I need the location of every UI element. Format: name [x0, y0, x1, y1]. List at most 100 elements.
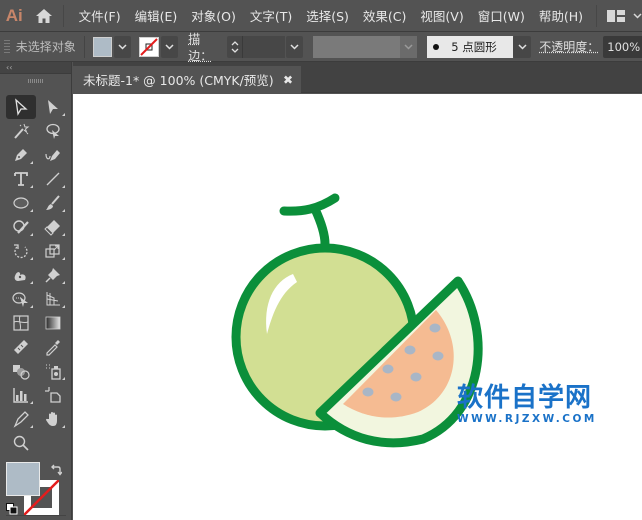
fill-color-swatch[interactable] [6, 462, 40, 496]
close-tab-icon[interactable]: ✖ [283, 73, 293, 87]
type-t-icon [14, 172, 28, 186]
stroke-weight-label[interactable]: 描边： [188, 30, 223, 64]
gradient-tool[interactable] [38, 311, 68, 335]
stroke-weight-dropdown[interactable] [285, 35, 304, 58]
mesh-tool[interactable] [6, 311, 36, 335]
perspective-grid-tool[interactable] [38, 287, 68, 311]
chevron-down-icon [118, 43, 127, 50]
eraser-tool[interactable] [38, 215, 68, 239]
no-stroke-icon [140, 37, 159, 56]
shape-builder-tool[interactable] [6, 287, 36, 311]
workspace-layout-icon [607, 9, 625, 22]
fill-swatch[interactable] [92, 36, 113, 57]
stroke-weight-field[interactable] [242, 35, 285, 58]
app-logo: Ai [5, 5, 23, 25]
menu-type[interactable]: 文字(T) [243, 6, 299, 25]
melon-stem [279, 193, 340, 249]
paintbrush-tool[interactable] [38, 191, 68, 215]
workspace-switcher[interactable] [596, 4, 642, 27]
brush-dropdown[interactable] [513, 35, 532, 58]
default-fill-stroke-icon[interactable] [6, 503, 18, 515]
line-segment-tool[interactable] [38, 167, 68, 191]
hand-tool[interactable] [38, 407, 68, 431]
scale-tool[interactable] [38, 239, 68, 263]
menu-separator [62, 4, 64, 27]
seed [429, 323, 441, 333]
watermark-title: 软件自学网 [457, 383, 593, 413]
pen-tool[interactable] [6, 143, 36, 167]
menu-object[interactable]: 对象(O) [184, 6, 243, 25]
paintbrush-icon [46, 195, 60, 210]
magnifier-icon [13, 435, 29, 451]
watermark-url: WWW.RJZXW.COM [457, 413, 597, 425]
slice-tool[interactable] [6, 407, 36, 431]
direct-selection-tool[interactable] [38, 95, 68, 119]
puppet-warp-tool[interactable] [38, 263, 68, 287]
stroke-swatch[interactable] [139, 36, 159, 57]
ruler-icon [14, 340, 28, 354]
zoom-tool[interactable] [6, 431, 36, 455]
shaper-tool[interactable] [6, 215, 36, 239]
lasso-icon [46, 123, 60, 139]
menu-effect[interactable]: 效果(C) [356, 6, 413, 25]
opacity-label[interactable]: 不透明度： [539, 38, 599, 55]
menu-window[interactable]: 窗口(W) [471, 6, 532, 25]
gradient-icon [45, 316, 61, 330]
chevron-down-icon [404, 43, 413, 50]
warp-tool[interactable] [6, 263, 36, 287]
watermark: 软件自学网 WWW.RJZXW.COM [457, 383, 597, 425]
menu-edit[interactable]: 编辑(E) [128, 6, 185, 25]
swap-fill-stroke-icon[interactable] [50, 464, 62, 476]
magic-wand-tool[interactable] [6, 119, 36, 143]
ellipse-icon [13, 197, 29, 209]
selection-tool[interactable] [6, 95, 36, 119]
variable-width-dropdown[interactable] [399, 35, 418, 58]
slice-knife-icon [13, 411, 29, 428]
menu-select[interactable]: 选择(S) [299, 6, 356, 25]
variable-width-profile[interactable] [313, 35, 400, 58]
blend-icon [13, 365, 30, 380]
bar-graph-icon [13, 388, 28, 403]
opacity-field[interactable]: 100% [603, 35, 642, 58]
home-button[interactable] [29, 0, 59, 31]
toolbox-collapse-button[interactable]: ‹‹ [0, 62, 71, 74]
tools-grid [6, 95, 68, 455]
stroke-weight-stepper[interactable] [226, 35, 243, 58]
symbol-sprayer-tool[interactable] [38, 359, 68, 383]
menu-file[interactable]: 文件(F) [72, 6, 128, 25]
seed [390, 392, 402, 402]
seed [432, 351, 444, 361]
direct-selection-arrow-icon [48, 100, 58, 114]
menu-help[interactable]: 帮助(H) [532, 6, 590, 25]
rotate-tool[interactable] [6, 239, 36, 263]
ellipse-tool[interactable] [6, 191, 36, 215]
rotate-icon [14, 244, 28, 259]
selection-arrow-icon [15, 98, 28, 116]
curvature-pen-icon [45, 150, 60, 161]
toolbox-grip[interactable] [0, 74, 71, 88]
brush-definition[interactable]: 5 点圆形 [427, 35, 532, 58]
document-tab[interactable]: 未标题-1* @ 100% (CMYK/预览) ✖ [73, 66, 301, 93]
curvature-tool[interactable] [38, 143, 68, 167]
melon-artwork[interactable] [73, 94, 642, 520]
blend-tool[interactable] [6, 359, 36, 383]
document-tab-title: 未标题-1* @ 100% (CMYK/预览) [83, 73, 274, 88]
column-graph-tool[interactable] [6, 383, 36, 407]
stroke-dropdown[interactable] [160, 35, 179, 58]
lasso-tool[interactable] [38, 119, 68, 143]
symbol-sprayer-icon [46, 364, 61, 380]
shaper-icon [13, 220, 29, 234]
menu-view[interactable]: 视图(V) [413, 6, 470, 25]
chevron-down-icon [633, 12, 642, 19]
mesh-icon [13, 315, 29, 331]
control-bar-grip[interactable] [4, 39, 10, 54]
fill-dropdown[interactable] [114, 35, 132, 58]
type-tool[interactable] [6, 167, 36, 191]
artboard-tool[interactable] [38, 383, 68, 407]
control-bar: 未选择对象 描边： 5 点圆形 不透明度： 100% [0, 30, 642, 64]
hand-icon [46, 412, 57, 426]
artboard-canvas[interactable]: 软件自学网 WWW.RJZXW.COM [73, 94, 642, 520]
eyedropper-tool[interactable] [38, 335, 68, 359]
measure-tool[interactable] [6, 335, 36, 359]
chevron-down-icon [518, 43, 527, 50]
